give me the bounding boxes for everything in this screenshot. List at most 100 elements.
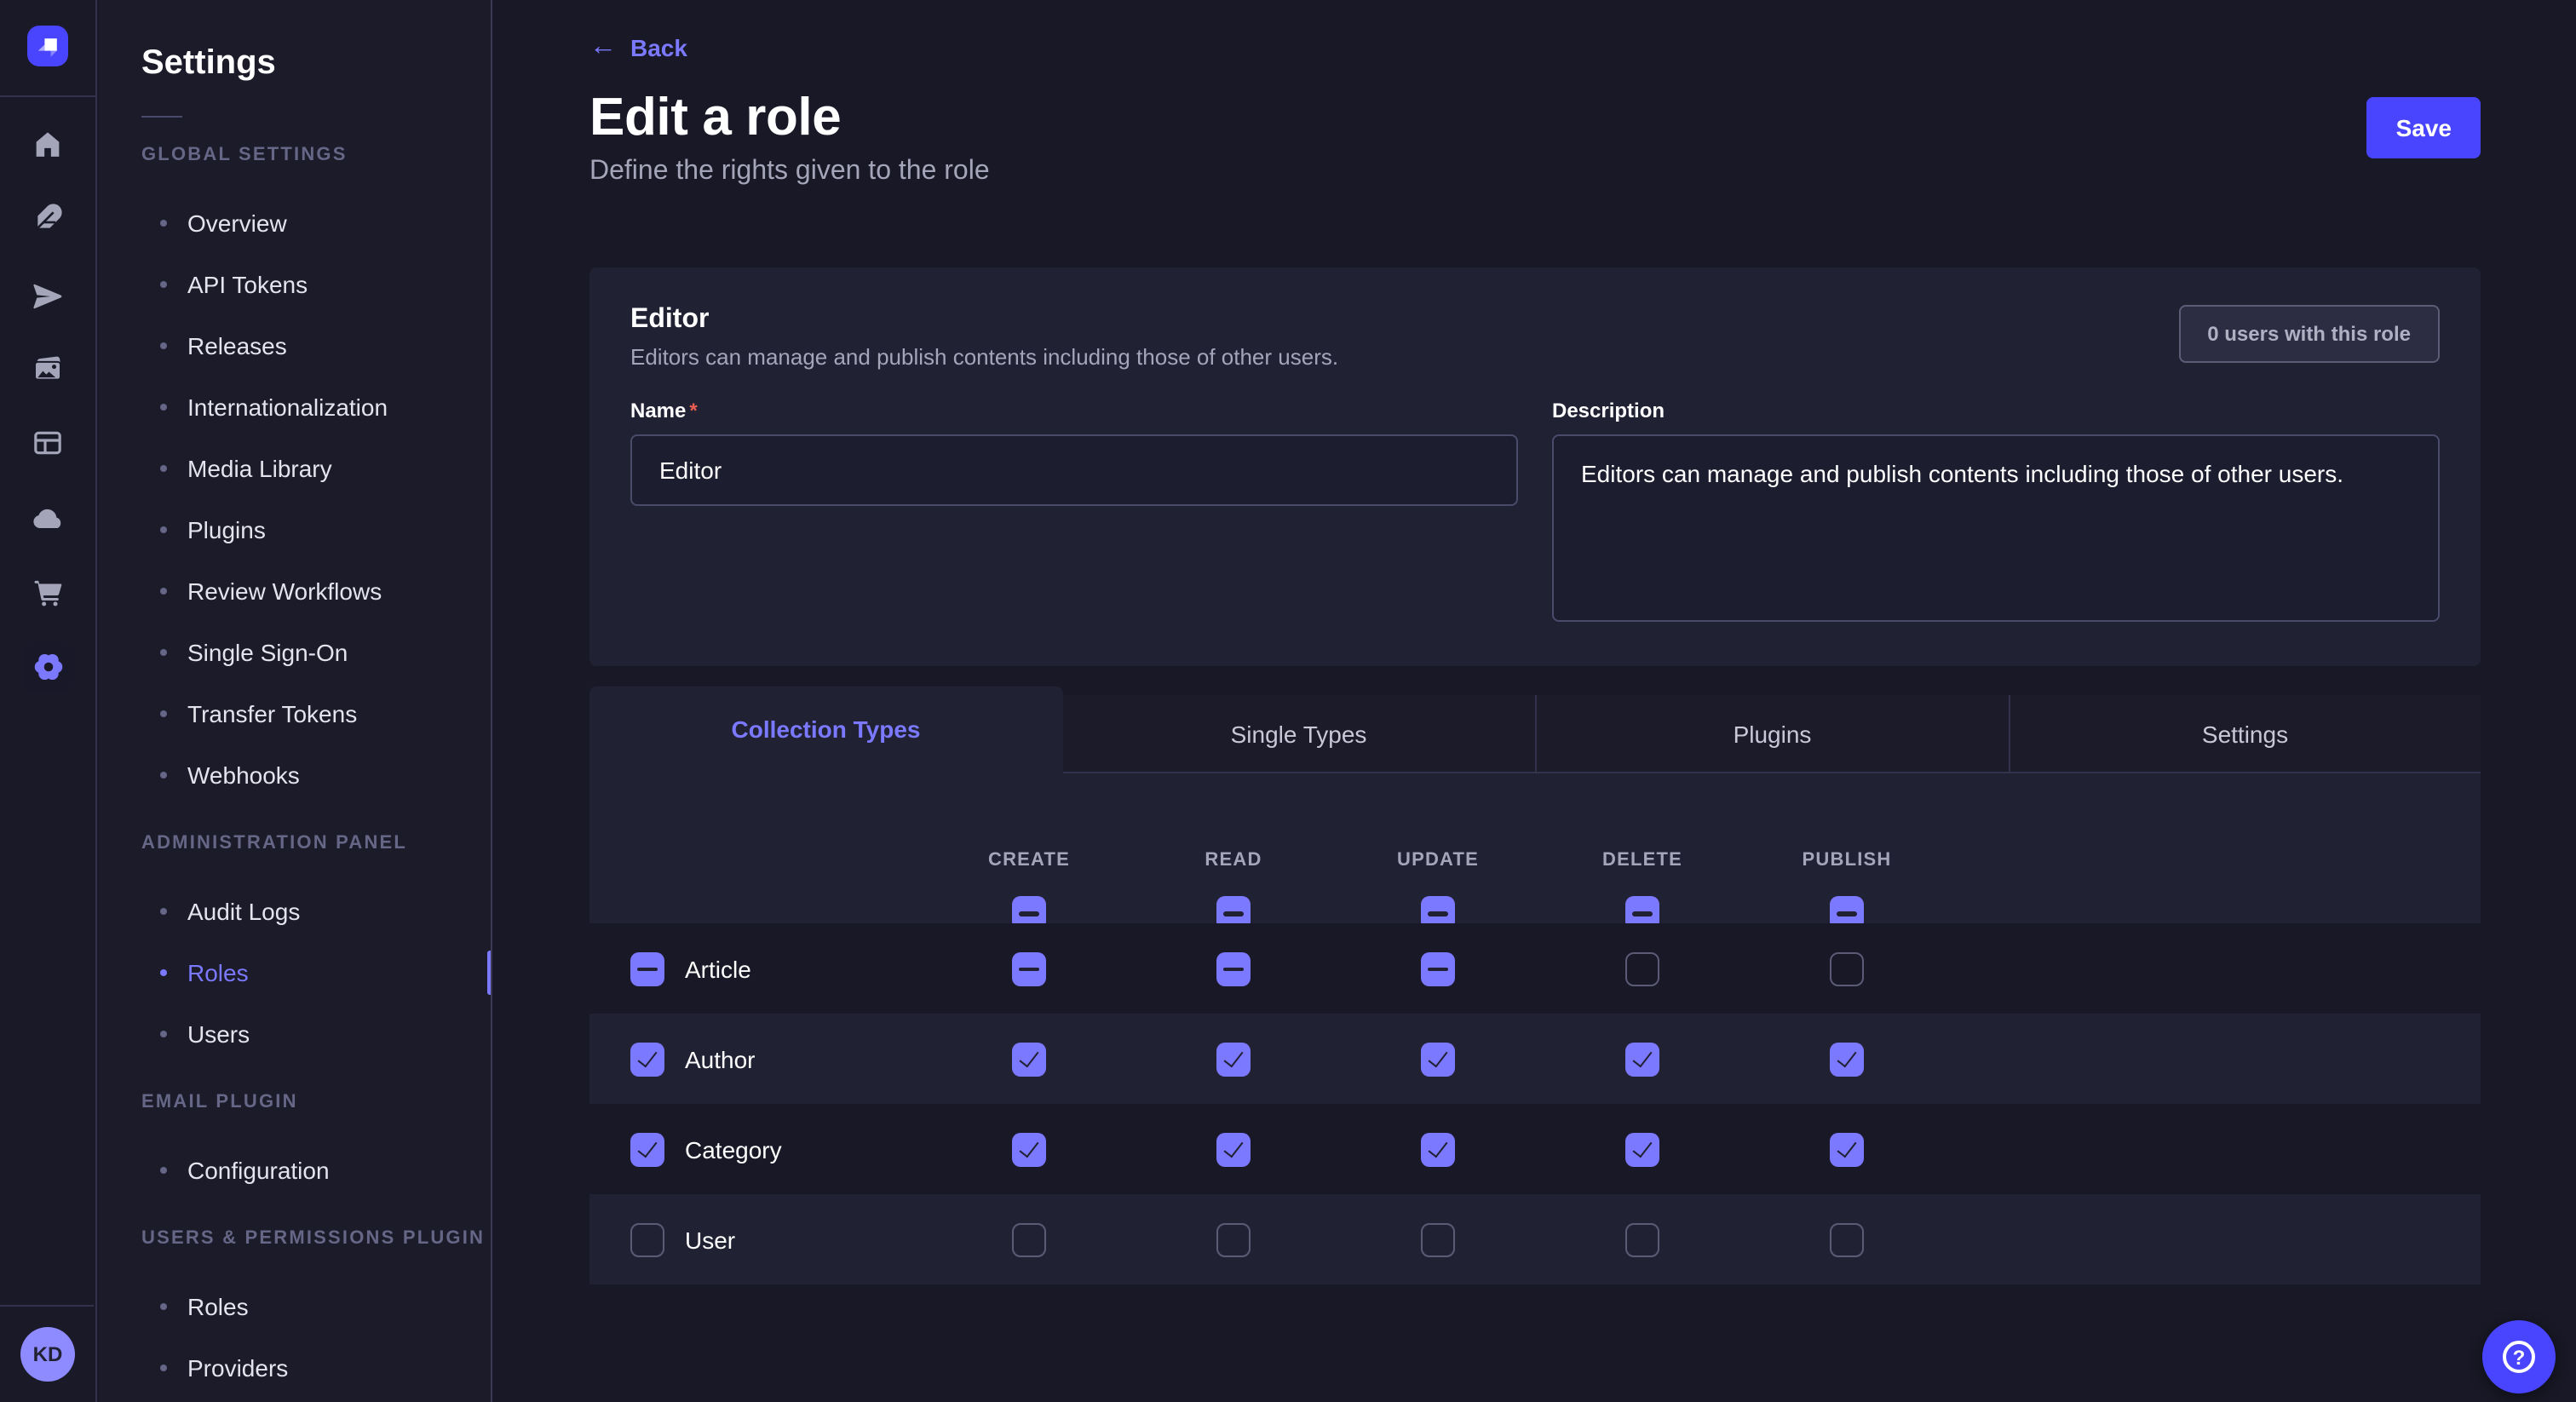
sidebar-item-label: Audit Logs (187, 898, 300, 925)
role-form: Name* Description Editors can manage and… (630, 399, 2440, 630)
row-checkbox-category[interactable] (630, 1132, 664, 1166)
page-subtitle: Define the rights given to the role (589, 157, 2481, 187)
sidebar-item-releases[interactable]: Releases (99, 315, 491, 376)
checkbox-user-create[interactable] (1012, 1222, 1046, 1256)
bullet-icon (160, 220, 167, 227)
sidebar-item-label: Roles (187, 1293, 249, 1320)
sidebar-item-label: Single Sign-On (187, 639, 348, 666)
sidebar-item-plugins[interactable]: Plugins (99, 499, 491, 560)
checkbox-category-update[interactable] (1421, 1132, 1455, 1166)
help-button[interactable]: ? (2482, 1320, 2556, 1393)
checkbox-category-delete[interactable] (1625, 1132, 1659, 1166)
paper-plane-icon[interactable] (0, 273, 95, 320)
sidebar-item-media-library[interactable]: Media Library (99, 438, 491, 499)
name-input[interactable] (630, 434, 1518, 506)
row-checkbox-article[interactable] (630, 951, 664, 985)
checkbox-user-update[interactable] (1421, 1222, 1455, 1256)
checkbox-user-delete[interactable] (1625, 1222, 1659, 1256)
global-settings-list: Overview API Tokens Releases Internation… (99, 192, 491, 806)
sidebar-item-transfer-tokens[interactable]: Transfer Tokens (99, 683, 491, 744)
tab-single-types[interactable]: Single Types (1062, 695, 1535, 773)
checkbox-article-read[interactable] (1216, 951, 1251, 985)
home-icon[interactable] (0, 121, 95, 169)
row-label: Category (685, 1135, 782, 1163)
row-label: User (685, 1226, 735, 1253)
checkbox-article-create[interactable] (1012, 951, 1046, 985)
column-header-read: READ (1205, 850, 1262, 871)
sidebar-item-admin-roles[interactable]: Roles (99, 942, 491, 1003)
sidebar-item-label: Plugins (187, 516, 266, 543)
checkbox-category-read[interactable] (1216, 1132, 1251, 1166)
sidebar-item-label: Transfer Tokens (187, 700, 357, 727)
help-icon: ? (2503, 1341, 2535, 1373)
tab-collection-types[interactable]: Collection Types (589, 687, 1062, 773)
sidebar-item-label: Roles (187, 959, 249, 986)
sidebar-item-api-tokens[interactable]: API Tokens (99, 254, 491, 315)
description-input[interactable]: Editors can manage and publish contents … (1552, 434, 2440, 622)
bullet-icon (160, 649, 167, 656)
bullet-icon (160, 465, 167, 472)
content-writer-icon[interactable] (0, 194, 95, 242)
strapi-admin-app: KD Settings GLOBAL SETTINGS Overview API… (0, 0, 2576, 1402)
users-permissions-list: Roles Providers (99, 1276, 491, 1399)
sidebar-item-review-workflows[interactable]: Review Workflows (99, 560, 491, 622)
row-label: Article (685, 955, 751, 982)
sidebar-item-up-roles[interactable]: Roles (99, 1276, 491, 1337)
sidebar-item-label: Media Library (187, 455, 332, 482)
row-checkbox-author[interactable] (630, 1042, 664, 1076)
tab-plugins[interactable]: Plugins (1535, 695, 2008, 773)
checkbox-author-delete[interactable] (1625, 1042, 1659, 1076)
checkbox-category-publish[interactable] (1830, 1132, 1864, 1166)
cloud-icon[interactable] (0, 496, 95, 543)
email-plugin-list: Configuration (99, 1140, 491, 1201)
checkbox-user-read[interactable] (1216, 1222, 1251, 1256)
sidebar-item-internationalization[interactable]: Internationalization (99, 376, 491, 438)
page-title: Edit a role (589, 87, 2481, 148)
name-label: Name* (630, 399, 1518, 422)
users-count-badge[interactable]: 0 users with this role (2178, 305, 2440, 363)
checkbox-author-publish[interactable] (1830, 1042, 1864, 1076)
sidebar-item-admin-users[interactable]: Users (99, 1003, 491, 1065)
permission-row-category: Category (589, 1104, 2481, 1194)
checkbox-author-create[interactable] (1012, 1042, 1046, 1076)
logo-cell (0, 0, 95, 97)
checkbox-category-create[interactable] (1012, 1132, 1046, 1166)
section-label-users-permissions-plugin: USERS & PERMISSIONS PLUGIN (141, 1225, 491, 1252)
checkbox-author-read[interactable] (1216, 1042, 1251, 1076)
marketplace-cart-icon[interactable] (0, 569, 95, 617)
media-library-icon[interactable] (0, 346, 95, 394)
layout-icon[interactable] (0, 419, 95, 467)
row-checkbox-user[interactable] (630, 1222, 664, 1256)
back-link[interactable]: ← Back (589, 34, 687, 61)
sidebar-item-up-providers[interactable]: Providers (99, 1337, 491, 1399)
permissions-panel: Collection Types Single Types Plugins Se… (589, 687, 2481, 1284)
sidebar-item-audit-logs[interactable]: Audit Logs (99, 881, 491, 942)
settings-sidebar: Settings GLOBAL SETTINGS Overview API To… (99, 0, 492, 1402)
section-label-administration-panel: ADMINISTRATION PANEL (141, 830, 491, 857)
checkbox-author-update[interactable] (1421, 1042, 1455, 1076)
role-name-heading: Editor (630, 305, 2440, 336)
save-button[interactable]: Save (2367, 97, 2481, 158)
sidebar-item-label: Providers (187, 1354, 288, 1382)
bullet-icon (160, 1167, 167, 1174)
sidebar-item-single-sign-on[interactable]: Single Sign-On (99, 622, 491, 683)
settings-icon[interactable] (22, 641, 75, 693)
sidebar-item-email-configuration[interactable]: Configuration (99, 1140, 491, 1201)
gear-icon (31, 649, 66, 685)
checkbox-user-publish[interactable] (1830, 1222, 1864, 1256)
sidebar-item-webhooks[interactable]: Webhooks (99, 744, 491, 806)
column-header-delete: DELETE (1602, 850, 1682, 871)
bullet-icon (160, 1031, 167, 1037)
checkbox-article-publish[interactable] (1830, 951, 1864, 985)
tab-settings[interactable]: Settings (2008, 695, 2481, 773)
strapi-logo[interactable] (27, 26, 68, 66)
sidebar-item-overview[interactable]: Overview (99, 192, 491, 254)
nav-rail: KD (0, 0, 97, 1402)
user-avatar[interactable]: KD (20, 1327, 75, 1382)
checkbox-article-update[interactable] (1421, 951, 1455, 985)
sidebar-item-label: API Tokens (187, 271, 308, 298)
description-field-group: Description Editors can manage and publi… (1552, 399, 2440, 630)
checkbox-article-delete[interactable] (1625, 951, 1659, 985)
permissions-header-row: CREATE READ UPDATE DELETE PUBLISH (589, 773, 2481, 923)
permission-row-user: User (589, 1194, 2481, 1284)
